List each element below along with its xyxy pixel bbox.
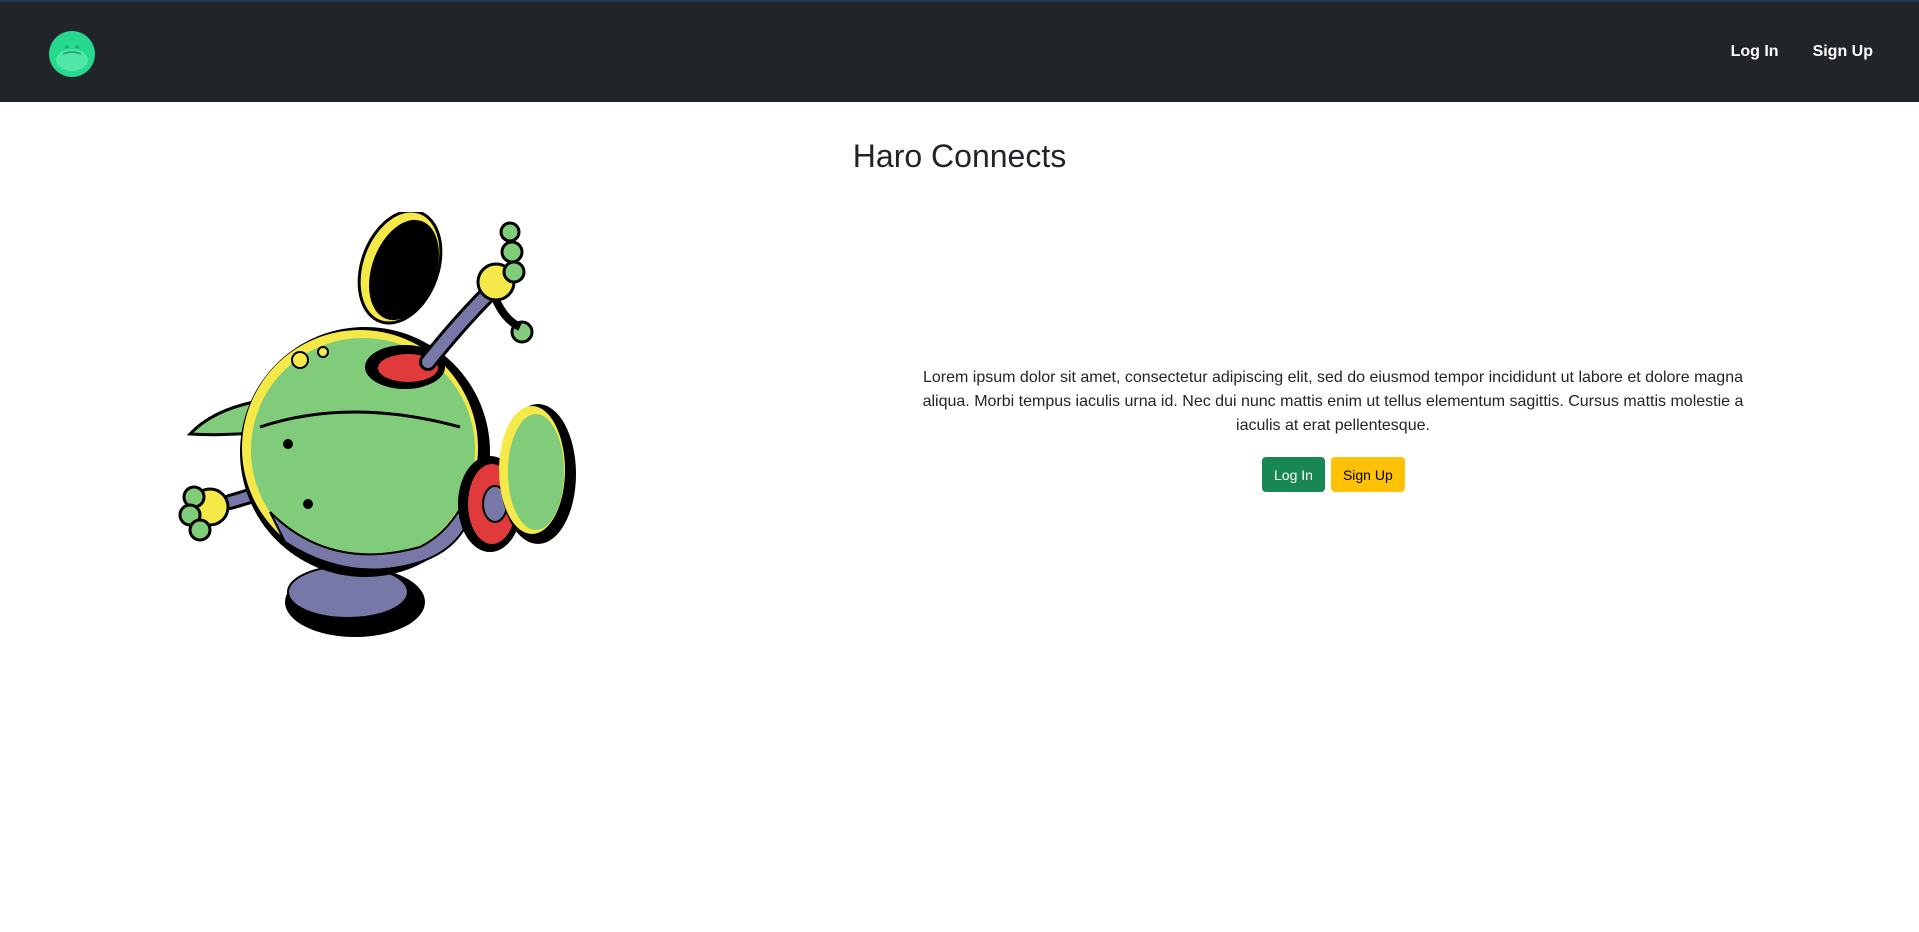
navbar: Log In Sign Up: [0, 0, 1919, 102]
page-title: Haro Connects: [852, 138, 1067, 174]
login-button[interactable]: Log In: [1262, 457, 1325, 492]
hero-description: Lorem ipsum dolor sit amet, consectetur …: [922, 369, 1744, 434]
signup-button[interactable]: Sign Up: [1330, 457, 1405, 492]
nav-links: Log In Sign Up: [1731, 2, 1873, 102]
hero-buttons: Log In Sign Up: [1262, 457, 1405, 492]
nav-login-link[interactable]: Log In: [1731, 43, 1779, 61]
haro-robot-illustration: [160, 209, 590, 652]
nav-signup-link[interactable]: Sign Up: [1813, 43, 1873, 61]
haro-logo-icon[interactable]: [48, 30, 96, 78]
